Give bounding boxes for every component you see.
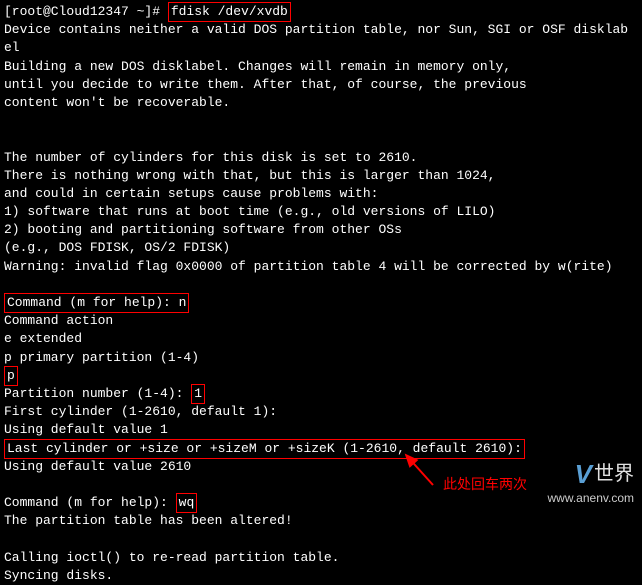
- p-box: p: [4, 366, 18, 386]
- blank-line: [4, 130, 638, 148]
- output-line: until you decide to write them. After th…: [4, 76, 638, 94]
- output-line: Command action: [4, 312, 638, 330]
- output-line: 2) booting and partitioning software fro…: [4, 221, 638, 239]
- output-line: (e.g., DOS FDISK, OS/2 FDISK): [4, 239, 638, 257]
- blank-line: [4, 476, 638, 494]
- output-line: e extended: [4, 330, 638, 348]
- lastcyl-box: Last cylinder or +size or +sizeM or +siz…: [4, 439, 525, 459]
- cmd-prompt: Command (m for help):: [7, 295, 179, 310]
- output-line: 1) software that runs at boot time (e.g.…: [4, 203, 638, 221]
- prompt-line: [root@Cloud12347 ~]# fdisk /dev/xvdb: [4, 3, 638, 21]
- output-line: First cylinder (1-2610, default 1):: [4, 403, 638, 421]
- blank-line: [4, 276, 638, 294]
- output-line: Syncing disks.: [4, 567, 638, 585]
- output-line: There is nothing wrong with that, but th…: [4, 167, 638, 185]
- partnum-box: 1: [191, 384, 205, 404]
- warning-line: Warning: invalid flag 0x0000 of partitio…: [4, 258, 638, 276]
- output-line: Calling ioctl() to re-read partition tab…: [4, 549, 638, 567]
- output-line: content won't be recoverable.: [4, 94, 638, 112]
- command-line: Command (m for help): wq: [4, 494, 638, 512]
- output-line: Using default value 2610: [4, 458, 638, 476]
- blank-line: [4, 530, 638, 548]
- partition-num-line: Partition number (1-4): 1: [4, 385, 638, 403]
- output-line: The number of cylinders for this disk is…: [4, 149, 638, 167]
- partnum-prompt: Partition number (1-4):: [4, 386, 191, 401]
- output-line: el: [4, 39, 638, 57]
- output-line: Device contains neither a valid DOS part…: [4, 21, 638, 39]
- cmd-prompt: Command (m for help):: [4, 495, 176, 510]
- output-line: and could in certain setups cause proble…: [4, 185, 638, 203]
- command-line: Command (m for help): n: [4, 294, 638, 312]
- output-line: p primary partition (1-4): [4, 349, 638, 367]
- command-box: fdisk /dev/xvdb: [168, 2, 291, 22]
- annotation-text: 此处回车两次: [443, 475, 527, 495]
- wq-box: wq: [176, 493, 198, 513]
- cmd-input: n: [179, 295, 187, 310]
- shell-prompt: [root@Cloud12347 ~]#: [4, 4, 168, 19]
- lastcyl-line: Last cylinder or +size or +sizeM or +siz…: [4, 440, 638, 458]
- partition-type-line: p: [4, 367, 638, 385]
- output-line: Using default value 1: [4, 421, 638, 439]
- cmd-n-box: Command (m for help): n: [4, 293, 189, 313]
- output-line: Building a new DOS disklabel. Changes wi…: [4, 58, 638, 76]
- blank-line: [4, 112, 638, 130]
